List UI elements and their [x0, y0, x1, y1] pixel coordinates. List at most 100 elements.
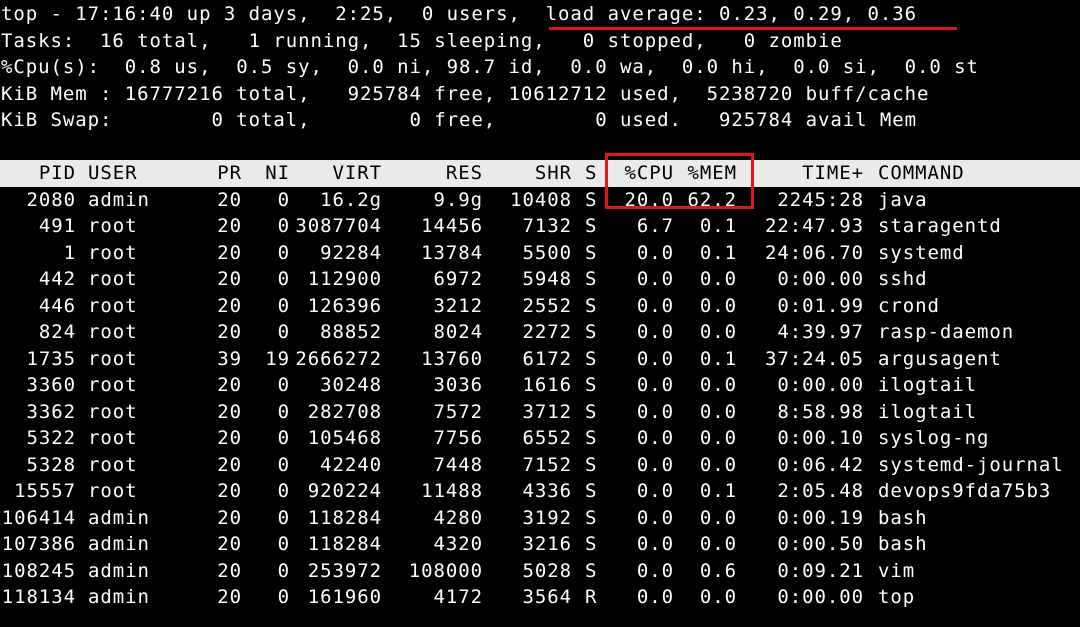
process-state: S: [585, 427, 598, 449]
process-pid: 442: [38, 268, 76, 290]
process-pid: 108245: [1, 559, 76, 582]
process-row: 3362 root 20 0 282708 7572 3712 S 0.0 0.0 8:58.98 i…: [0, 399, 1080, 426]
process-row: 1 root 20 0 92284 13784 5500 S 0.0 0.1 24:06.70 sys…: [0, 240, 1080, 267]
process-command: systemd: [878, 241, 965, 264]
process-pid: 118134: [1, 586, 76, 608]
process-mem: 0.1: [699, 215, 737, 237]
process-cpu: 0.0: [636, 506, 674, 529]
process-row: 15557 root 20 0 920224 11488 4336 S 0.0 0.1 2:05.4…: [0, 478, 1080, 505]
process-row: 2080 admin 20 0 16.2g 9.9g 10408 S 20.0 62.2 2245:…: [0, 187, 1080, 214]
column-header-user: USER: [88, 162, 138, 184]
summary-uptime-line: top - 17:16:40 up 3 days, 2:25, 0 users,…: [1, 3, 918, 25]
process-user: admin: [88, 188, 150, 211]
process-ni: 0: [277, 533, 290, 555]
process-state: S: [585, 268, 598, 290]
process-user: admin: [88, 586, 150, 608]
process-res: 9.9g: [433, 188, 483, 211]
process-mem: 0.0: [699, 506, 737, 529]
process-row: 491 root 20 0 3087704 14456 7132 S 6.7 0.1 22:47.9…: [0, 213, 1080, 240]
process-ni: 0: [277, 506, 290, 529]
process-state: S: [585, 506, 598, 529]
process-time: 0:00.00: [777, 268, 864, 290]
process-shr: 6552: [522, 427, 572, 449]
process-mem: 0.1: [699, 480, 737, 502]
process-cpu: 0.0: [636, 480, 674, 502]
process-virt: 282708: [307, 400, 382, 423]
process-row: 106414 admin 20 0 118284 4280 3192 S 0.0 0.0 0:00.…: [0, 505, 1080, 532]
process-row: 442 root 20 0 112900 6972 5948 S 0.0 0.0 0:00.00 ss…: [0, 266, 1080, 293]
process-cpu: 6.7: [636, 215, 674, 237]
process-user: root: [88, 427, 138, 449]
process-res: 7756: [433, 427, 483, 449]
process-pid: 107386: [1, 533, 76, 555]
process-virt: 42240: [320, 453, 382, 476]
process-pr: 20: [217, 586, 242, 608]
process-state: S: [585, 374, 598, 396]
process-user: root: [88, 294, 138, 317]
process-row: 446 root 20 0 126396 3212 2552 S 0.0 0.0 0:01.99 cr…: [0, 293, 1080, 320]
process-time: 0:00.19: [777, 506, 864, 529]
process-state: S: [585, 533, 598, 555]
process-cpu: 0.0: [636, 427, 674, 449]
process-pr: 20: [217, 321, 242, 343]
column-header-time: TIME+: [802, 162, 864, 184]
process-res: 13784: [421, 241, 483, 264]
process-pid: 491: [38, 215, 76, 237]
process-state: S: [585, 559, 598, 582]
process-command: argusagent: [878, 347, 1002, 370]
process-state: S: [585, 453, 598, 476]
process-shr: 3712: [522, 400, 572, 423]
process-cpu: 0.0: [636, 321, 674, 343]
process-pr: 20: [217, 241, 242, 264]
cpu-mem-highlight-box: [605, 153, 754, 209]
process-mem: 0.0: [699, 586, 737, 608]
process-time: 0:09.21: [777, 559, 864, 582]
process-res: 7448: [433, 453, 483, 476]
process-res: 3212: [433, 294, 483, 317]
process-shr: 5500: [522, 241, 572, 264]
process-pr: 20: [217, 188, 242, 211]
summary-tasks-line: Tasks: 16 total, 1 running, 15 sleeping,…: [1, 29, 843, 52]
process-time: 0:00.00: [777, 586, 864, 608]
process-shr: 2272: [522, 321, 572, 343]
column-header-virt: VIRT: [332, 162, 382, 184]
process-res: 4280: [433, 506, 483, 529]
process-shr: 7152: [522, 453, 572, 476]
process-res: 4172: [433, 586, 483, 608]
process-pid: 446: [38, 294, 76, 317]
process-command: sshd: [878, 268, 928, 290]
process-ni: 0: [277, 586, 290, 608]
process-shr: 5948: [522, 268, 572, 290]
process-shr: 3216: [522, 533, 572, 555]
process-command: bash: [878, 533, 928, 555]
process-res: 13760: [421, 347, 483, 370]
process-row: 3360 root 20 0 30248 3036 1616 S 0.0 0.0 0:00.00 il…: [0, 372, 1080, 399]
process-user: root: [88, 374, 138, 396]
process-user: admin: [88, 533, 150, 555]
process-pid: 3362: [26, 400, 76, 423]
process-ni: 0: [277, 559, 290, 582]
process-pr: 20: [217, 533, 242, 555]
process-command: bash: [878, 506, 928, 529]
process-time: 2:05.48: [777, 480, 864, 502]
process-cpu: 0.0: [636, 374, 674, 396]
process-virt: 126396: [307, 294, 382, 317]
process-mem: 0.0: [699, 374, 737, 396]
process-ni: 0: [277, 268, 290, 290]
process-res: 108000: [408, 559, 483, 582]
process-shr: 4336: [522, 480, 572, 502]
process-cpu: 0.0: [636, 241, 674, 264]
process-mem: 0.0: [699, 533, 737, 555]
process-cpu: 0.0: [636, 533, 674, 555]
process-row: 824 root 20 0 88852 8024 2272 S 0.0 0.0 4:39.97 ras…: [0, 319, 1080, 346]
process-cpu: 0.0: [636, 347, 674, 370]
process-shr: 6172: [522, 347, 572, 370]
process-pr: 20: [217, 268, 242, 290]
process-ni: 0: [277, 188, 290, 211]
process-virt: 30248: [320, 374, 382, 396]
process-time: 22:47.93: [764, 215, 864, 237]
process-pr: 20: [217, 215, 242, 237]
process-shr: 3192: [522, 506, 572, 529]
process-state: S: [585, 480, 598, 502]
process-cpu: 0.0: [636, 586, 674, 608]
